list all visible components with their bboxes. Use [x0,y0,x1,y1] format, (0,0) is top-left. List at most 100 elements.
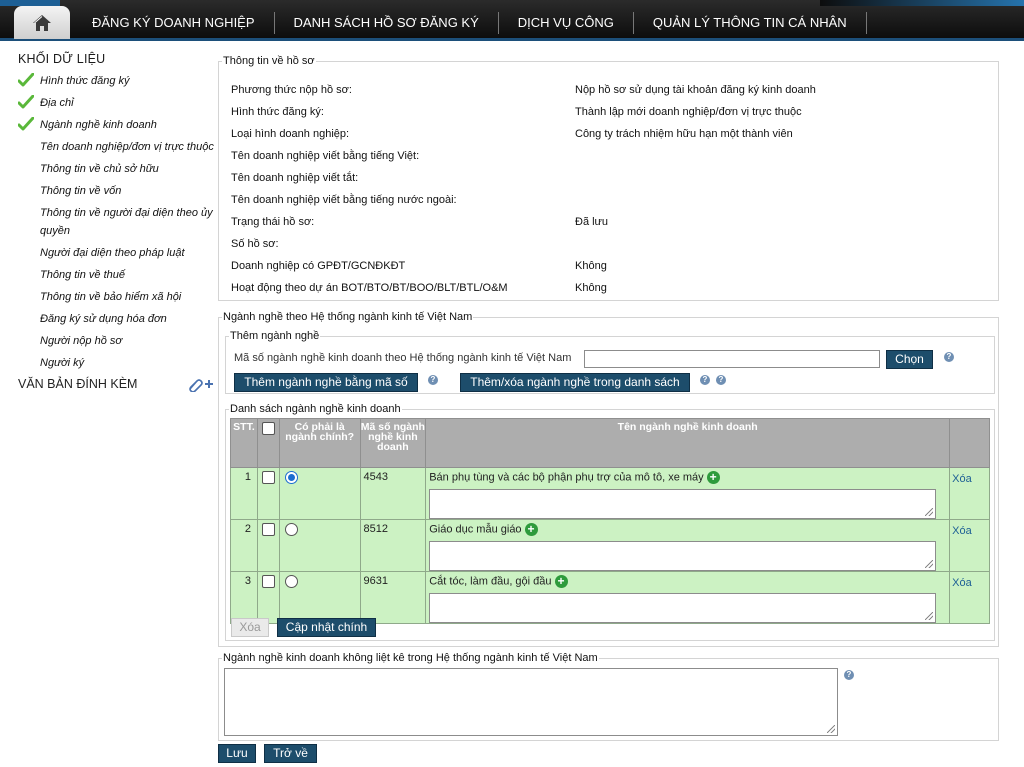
delete-row-link[interactable]: Xóa [952,577,972,589]
row-checkbox[interactable] [261,471,275,484]
info-value: Công ty trách nhiệm hữu hạn một thành vi… [575,128,793,140]
industry-code-input[interactable] [584,350,880,368]
save-button[interactable]: Lưu [218,744,256,763]
info-value: Nộp hồ sơ sử dụng tài khoản đăng ký kinh… [575,84,816,96]
add-remove-list-button[interactable]: Thêm/xóa ngành nghề trong danh sách [460,373,690,392]
industry-detail-textarea[interactable] [429,593,937,623]
add-detail-icon[interactable]: + [554,575,568,588]
sidebar-item[interactable]: Thông tin về chủ sở hữu [18,158,214,180]
row-select-cell [256,519,280,572]
unlisted-industry-textarea[interactable] [224,668,838,736]
table-header-row: STT. Có phải là ngành chính? Mã số ngành… [230,418,990,468]
delete-row-link[interactable]: Xóa [952,473,972,485]
resize-grip-icon[interactable] [827,725,835,733]
resize-grip-icon[interactable] [925,560,934,568]
help-icon[interactable]: ? [844,670,854,680]
sidebar-item[interactable]: Thông tin về thuế [18,264,214,286]
sidebar-item-label: Thông tin về vốn [40,185,122,197]
row-main-cell [278,519,361,572]
info-label: Tên doanh nghiệp viết bằng tiếng Việt: [231,150,420,162]
sidebar-item[interactable]: Đăng ký sử dụng hóa đơn [18,308,214,330]
info-label: Phương thức nộp hồ sơ: [231,84,352,96]
main-menu: ĐĂNG KÝ DOANH NGHIỆP DANH SÁCH HỒ SƠ ĐĂN… [72,6,867,40]
application-info-panel: Thông tin về hồ sơ Phương thức nộp hồ sơ… [218,55,999,301]
column-code: Mã số ngành nghề kinh doanh [359,418,427,468]
help-icon[interactable]: ? [716,375,726,385]
column-select-all [256,418,280,468]
delete-selected-button[interactable]: Xóa [231,618,269,637]
sidebar-item[interactable]: Thông tin về người đại diện theo ủy quyề… [18,202,214,242]
row-checkbox[interactable] [261,523,275,536]
resize-grip-icon[interactable] [925,508,934,516]
top-navigation-bar: ĐĂNG KÝ DOANH NGHIỆP DANH SÁCH HỒ SƠ ĐĂN… [0,0,1024,41]
sidebar-item[interactable]: Tên doanh nghiệp/đơn vị trực thuộc [18,136,214,158]
row-select-cell [256,571,280,624]
help-icon[interactable]: ? [944,352,954,362]
sidebar-item[interactable]: Người đại diện theo pháp luật [18,242,214,264]
info-label: Tên doanh nghiệp viết bằng tiếng nước ng… [231,194,457,206]
sidebar-heading: KHỐI DỮ LIỆU [18,52,106,66]
sidebar-item-label: Hình thức đăng ký [40,75,130,87]
industry-table: STT. Có phải là ngành chính? Mã số ngành… [230,418,990,624]
add-industry-legend: Thêm ngành nghề [229,330,321,342]
unlisted-industry-panel: Ngành nghề kinh doanh không liệt kê tron… [218,652,999,741]
choose-button[interactable]: Chọn [886,350,933,369]
menu-public-services[interactable]: DỊCH VỤ CÔNG [499,12,634,34]
industry-list-legend: Danh sách ngành nghề kinh doanh [229,403,402,415]
main-industry-radio[interactable] [284,471,298,484]
menu-registration-list[interactable]: DANH SÁCH HỒ SƠ ĐĂNG KÝ [275,12,499,34]
menu-business-registration[interactable]: ĐĂNG KÝ DOANH NGHIỆP [72,12,275,34]
resize-grip-icon[interactable] [925,612,934,620]
industry-code-label: Mã số ngành nghề kinh doanh theo Hệ thốn… [234,352,572,364]
row-select-cell [256,467,280,520]
table-row: 2 8512 Giáo dục mẫu giáo + Xóa [230,519,990,572]
row-stt: 1 [230,467,258,520]
column-name: Tên ngành nghề kinh doanh [425,418,951,468]
table-row: 1 4543 Bán phụ tùng và các bộ phận phụ trợ… [230,467,990,520]
info-value: Đã lưu [575,216,609,228]
info-label: Số hồ sơ: [231,238,279,250]
sidebar-item[interactable]: Thông tin về vốn [18,180,214,202]
row-code: 4543 [359,467,427,520]
row-name-cell: Bán phụ tùng và các bộ phận phụ trợ của … [425,467,951,520]
add-industry-panel: Thêm ngành nghề Mã số ngành nghề kinh do… [225,330,995,394]
sidebar-item[interactable]: Người nộp hồ sơ [18,330,214,352]
row-name-cell: Giáo dục mẫu giáo + [425,519,951,572]
menu-personal-info[interactable]: QUẢN LÝ THÔNG TIN CÁ NHÂN [634,12,867,34]
help-icon[interactable]: ? [700,375,710,385]
row-name: Cắt tóc, làm đầu, gội đầu [429,575,552,588]
sidebar-item-label: Ngành nghề kinh doanh [40,119,157,131]
sidebar-item-label: Thông tin về bảo hiểm xã hội [40,291,182,303]
industry-detail-textarea[interactable] [429,489,937,519]
sidebar-item[interactable]: Người ký [18,352,214,374]
add-detail-icon[interactable]: + [706,471,720,484]
column-stt: STT. [230,418,258,468]
help-icon[interactable]: ? [428,375,438,385]
add-by-code-button[interactable]: Thêm ngành nghề bằng mã số [234,373,418,392]
back-button[interactable]: Trở về [264,744,317,763]
sidebar-item-label: Người đại diện theo pháp luật [40,247,185,259]
table-row: 3 9631 Cắt tóc, làm đầu, gội đầu + Xóa [230,571,990,624]
industry-detail-textarea[interactable] [429,541,937,571]
row-name: Bán phụ tùng và các bộ phận phụ trợ của … [429,471,704,484]
row-action-cell: Xóa [949,467,990,520]
sidebar-item-label: Thông tin về thuế [40,269,126,281]
sidebar-item[interactable]: Hình thức đăng ký [18,70,214,92]
select-all-checkbox[interactable] [261,422,275,435]
sidebar-item[interactable]: Thông tin về bảo hiểm xã hội [18,286,214,308]
checkmark-icon [18,73,34,87]
attachments-section[interactable]: VĂN BẢN ĐÍNH KÈM [18,376,214,392]
main-industry-radio[interactable] [284,523,298,536]
attach-add-icon[interactable] [184,376,214,392]
home-button[interactable] [14,6,70,39]
main-industry-radio[interactable] [284,575,298,588]
sidebar-item[interactable]: Ngành nghề kinh doanh [18,114,214,136]
sidebar-item[interactable]: Địa chỉ [18,92,214,114]
row-checkbox[interactable] [261,575,275,588]
industry-panel: Ngành nghề theo Hệ thống ngành kinh tế V… [218,311,999,647]
add-detail-icon[interactable]: + [524,523,538,536]
row-stt: 3 [230,571,258,624]
update-main-button[interactable]: Cập nhật chính [277,618,376,637]
row-action-cell: Xóa [949,519,990,572]
delete-row-link[interactable]: Xóa [952,525,972,537]
